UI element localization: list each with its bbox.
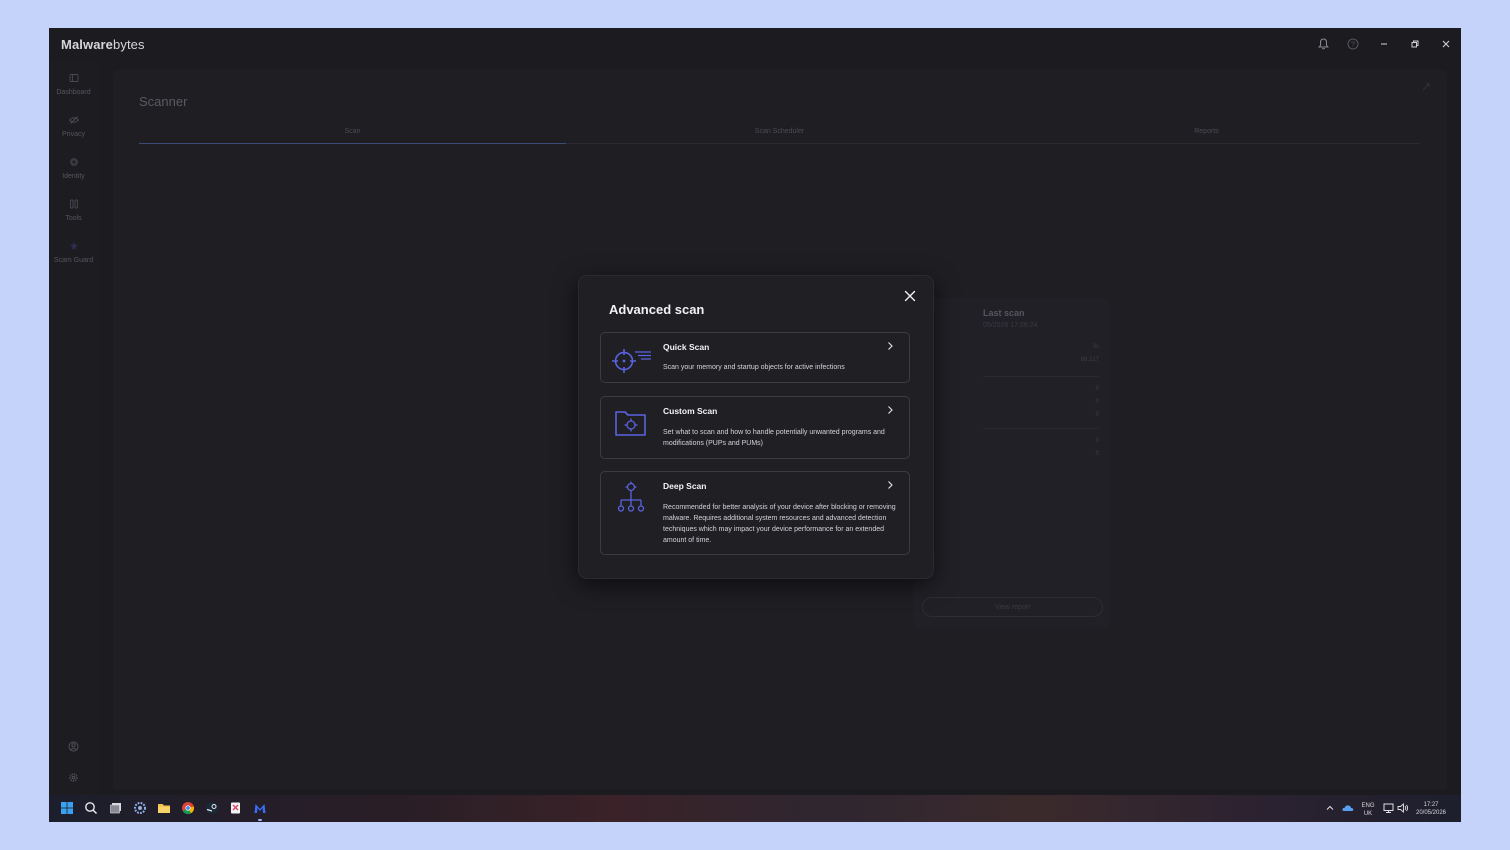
tab-reports[interactable]: Reports (993, 126, 1420, 143)
active-app-indicator (258, 819, 262, 821)
tab-scan[interactable]: Scan (139, 126, 566, 144)
option-title: Quick Scan (663, 342, 710, 352)
last-scan-card: Last scan 05/2026 17:26:24 3s 66,217 0 0… (913, 298, 1109, 628)
page-title: Scanner (139, 94, 188, 109)
search-icon[interactable] (84, 801, 98, 815)
scan-duration: 3s (1092, 344, 1099, 350)
malwarebytes-taskbar-icon[interactable] (253, 801, 267, 815)
title-bar: Malwarebytes ? (49, 28, 1461, 60)
snipping-tool-icon[interactable] (229, 801, 243, 815)
notifications-icon[interactable] (1308, 28, 1338, 60)
scanner-tabs: Scan Scan Scheduler Reports (139, 126, 1420, 144)
task-view-icon[interactable] (109, 801, 123, 815)
deep-scan-option[interactable]: Deep Scan Recommended for better analysi… (600, 471, 910, 555)
items-scanned: 66,217 (1080, 357, 1099, 363)
account-icon[interactable] (68, 741, 79, 752)
sidebar-item-identity[interactable]: Identity (49, 156, 98, 180)
view-report-button[interactable]: View report (922, 597, 1103, 617)
brand-letter: M (61, 37, 72, 52)
close-icon[interactable] (903, 289, 917, 303)
network-icon[interactable] (1382, 801, 1396, 815)
sidebar-item-scam-guard[interactable]: Scam Guard (49, 240, 98, 264)
sidebar-item-label: Identity (62, 173, 85, 180)
dashboard-icon (68, 72, 80, 84)
stat-value: 0 (1095, 412, 1099, 418)
last-scan-title: Last scan (983, 308, 1025, 318)
identity-icon (68, 156, 80, 168)
sidebar-item-privacy[interactable]: Privacy (49, 114, 98, 138)
tab-scan-scheduler[interactable]: Scan Scheduler (566, 126, 993, 143)
file-explorer-icon[interactable] (157, 801, 171, 815)
volume-icon[interactable] (1396, 801, 1410, 815)
tools-icon (68, 198, 80, 210)
network-tree-icon (617, 481, 645, 512)
option-title: Deep Scan (663, 481, 707, 491)
option-title: Custom Scan (663, 406, 718, 416)
language-region: UK (1363, 811, 1373, 817)
divider (983, 428, 1099, 429)
help-icon[interactable]: ? (1338, 28, 1368, 60)
stat-value: 0 (1095, 438, 1099, 444)
dialog-title: Advanced scan (609, 302, 705, 317)
folder-scan-icon (615, 411, 646, 436)
clock-date: 20/05/2026 (1415, 810, 1447, 816)
sidebar-item-tools[interactable]: Tools (49, 198, 98, 222)
app-window: Malwarebytes ? Dashboard Privacy Identit… (49, 28, 1461, 822)
stat-value: 0 (1095, 399, 1099, 405)
advanced-scan-dialog: Advanced scan Quick Scan Scan your memor… (579, 276, 933, 578)
stat-value: 0 (1095, 386, 1099, 392)
custom-scan-option[interactable]: Custom Scan Set what to scan and how to … (600, 396, 910, 459)
brand-bold: alware (71, 37, 114, 52)
app-logo: Malwarebytes (61, 37, 145, 52)
settings-gear-icon[interactable] (68, 772, 79, 783)
last-scan-date: 05/2026 17:26:24 (983, 322, 1038, 329)
language-indicator[interactable]: ENG UK (1355, 802, 1381, 818)
windows-start-icon[interactable] (60, 801, 74, 815)
chrome-icon[interactable] (181, 801, 195, 815)
option-description: Set what to scan and how to handle poten… (663, 429, 885, 447)
stat-value: 0 (1095, 451, 1099, 457)
sidebar-item-label: Privacy (62, 131, 85, 138)
brand-rest: bytes (113, 37, 145, 52)
svg-text:?: ? (1351, 42, 1355, 49)
chevron-right-icon (888, 342, 893, 350)
taskbar: ENG UK 17:27 20/05/2026 (49, 795, 1461, 822)
quick-scan-option[interactable]: Quick Scan Scan your memory and startup … (600, 332, 910, 383)
divider (983, 376, 1099, 377)
clock-time: 17:27 (1423, 802, 1439, 808)
crosshair-icon (612, 349, 651, 373)
steam-icon[interactable] (205, 801, 219, 815)
privacy-eye-icon (68, 114, 80, 126)
chevron-right-icon (888, 406, 893, 414)
scam-guard-icon (68, 240, 80, 252)
minimize-button[interactable] (1368, 28, 1399, 60)
sidebar-item-label: Scam Guard (53, 257, 94, 264)
restore-button[interactable] (1399, 28, 1430, 60)
chevron-up-icon[interactable] (1323, 801, 1337, 815)
system-clock[interactable]: 17:27 20/05/2026 (1409, 801, 1453, 817)
expand-icon[interactable] (1421, 82, 1431, 92)
sidebar-item-dashboard[interactable]: Dashboard (49, 72, 98, 96)
onedrive-cloud-icon[interactable] (1341, 801, 1355, 815)
close-window-button[interactable] (1430, 28, 1461, 60)
option-description: Recommended for better analysis of your … (663, 504, 896, 544)
sidebar: Dashboard Privacy Identity Tools Scam Gu… (49, 60, 98, 795)
sidebar-item-label: Tools (65, 215, 82, 222)
language-code: ENG (1361, 803, 1375, 809)
sidebar-item-label: Dashboard (56, 89, 91, 96)
settings-app-icon[interactable] (133, 801, 147, 815)
chevron-right-icon (888, 481, 893, 489)
option-description: Scan your memory and startup objects for… (663, 364, 845, 371)
